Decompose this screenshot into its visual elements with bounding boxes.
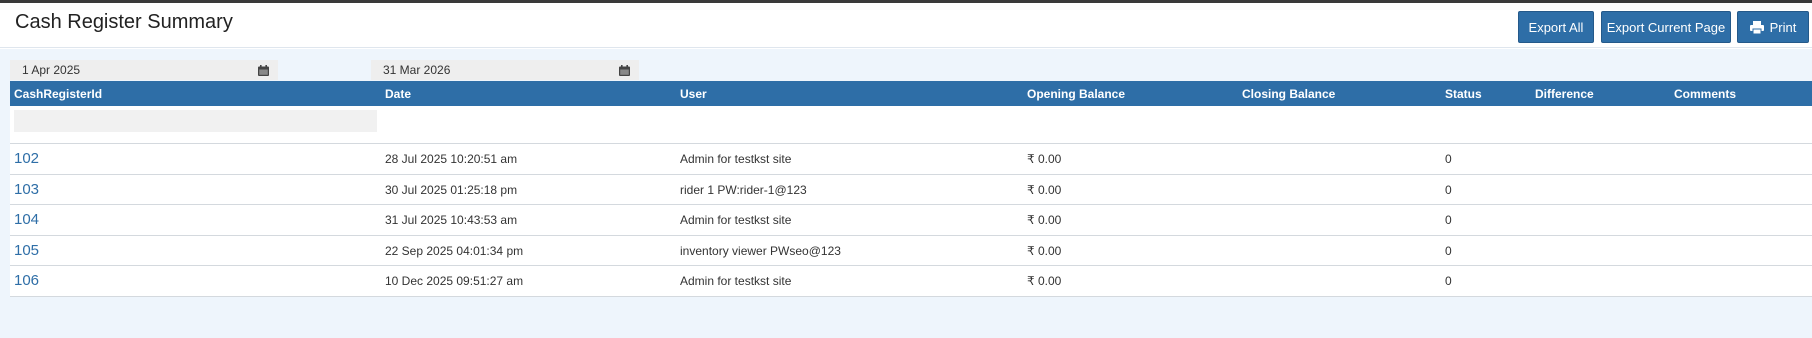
table-row: 103 30 Jul 2025 01:25:18 pm rider 1 PW:r… <box>10 174 1812 205</box>
export-all-button[interactable]: Export All <box>1518 11 1594 43</box>
from-date-input[interactable]: 1 Apr 2025 <box>10 60 278 80</box>
status-cell: 0 <box>1445 274 1452 288</box>
calendar-icon[interactable] <box>258 65 269 76</box>
cash-register-grid: CashRegisterId Date User Opening Balance… <box>10 81 1812 297</box>
user-cell: Admin for testkst site <box>680 213 792 227</box>
column-header-date[interactable]: Date <box>385 87 411 101</box>
content-area: 1 Apr 2025 31 Mar 2026 CashRegisterId Da… <box>0 49 1812 338</box>
status-cell: 0 <box>1445 152 1452 166</box>
user-cell: Admin for testkst site <box>680 274 792 288</box>
export-current-page-button[interactable]: Export Current Page <box>1601 11 1731 43</box>
cash-register-id-link[interactable]: 102 <box>14 150 39 167</box>
date-cell: 22 Sep 2025 04:01:34 pm <box>385 243 524 258</box>
cash-register-id-link[interactable]: 103 <box>14 181 39 198</box>
table-row: 104 31 Jul 2025 10:43:53 am Admin for te… <box>10 205 1812 236</box>
page-header: Cash Register Summary Export All Export … <box>0 3 1812 48</box>
print-button[interactable]: Print <box>1737 11 1809 43</box>
to-date-input[interactable]: 31 Mar 2026 <box>371 60 639 80</box>
date-cell: 31 Jul 2025 10:43:53 am <box>385 213 518 227</box>
date-cell: 30 Jul 2025 01:25:18 pm <box>385 182 518 197</box>
column-header-comments[interactable]: Comments <box>1674 87 1736 101</box>
status-cell: 0 <box>1445 182 1452 197</box>
column-header-difference[interactable]: Difference <box>1535 87 1594 101</box>
page-title: Cash Register Summary <box>15 11 233 33</box>
calendar-icon[interactable] <box>619 65 630 76</box>
cashregisterid-filter-input[interactable] <box>14 110 377 132</box>
cash-register-id-link[interactable]: 104 <box>14 211 39 228</box>
table-row: 106 10 Dec 2025 09:51:27 am Admin for te… <box>10 266 1812 297</box>
column-header-cashregisterid[interactable]: CashRegisterId <box>14 87 102 101</box>
column-header-opening-balance[interactable]: Opening Balance <box>1027 87 1125 101</box>
print-button-label: Print <box>1769 19 1797 35</box>
user-cell: inventory viewer PWseo@123 <box>680 243 841 258</box>
opening-balance-cell: ₹ 0.00 <box>1027 182 1062 197</box>
column-header-user[interactable]: User <box>680 87 707 101</box>
status-cell: 0 <box>1445 243 1452 258</box>
user-cell: Admin for testkst site <box>680 152 792 166</box>
opening-balance-cell: ₹ 0.00 <box>1027 213 1062 227</box>
cash-register-id-link[interactable]: 106 <box>14 272 39 289</box>
printer-icon <box>1749 20 1764 34</box>
opening-balance-cell: ₹ 0.00 <box>1027 274 1062 288</box>
cash-register-id-link[interactable]: 105 <box>14 242 39 259</box>
grid-filter-row <box>10 106 1812 144</box>
date-cell: 10 Dec 2025 09:51:27 am <box>385 274 524 288</box>
opening-balance-cell: ₹ 0.00 <box>1027 243 1062 258</box>
date-cell: 28 Jul 2025 10:20:51 am <box>385 152 518 166</box>
column-header-status[interactable]: Status <box>1445 87 1482 101</box>
grid-header: CashRegisterId Date User Opening Balance… <box>10 81 1812 106</box>
table-row: 105 22 Sep 2025 04:01:34 pm inventory vi… <box>10 235 1812 266</box>
user-cell: rider 1 PW:rider-1@123 <box>680 182 807 197</box>
table-row: 102 28 Jul 2025 10:20:51 am Admin for te… <box>10 144 1812 175</box>
status-cell: 0 <box>1445 213 1452 227</box>
column-header-closing-balance[interactable]: Closing Balance <box>1242 87 1335 101</box>
opening-balance-cell: ₹ 0.00 <box>1027 152 1062 166</box>
